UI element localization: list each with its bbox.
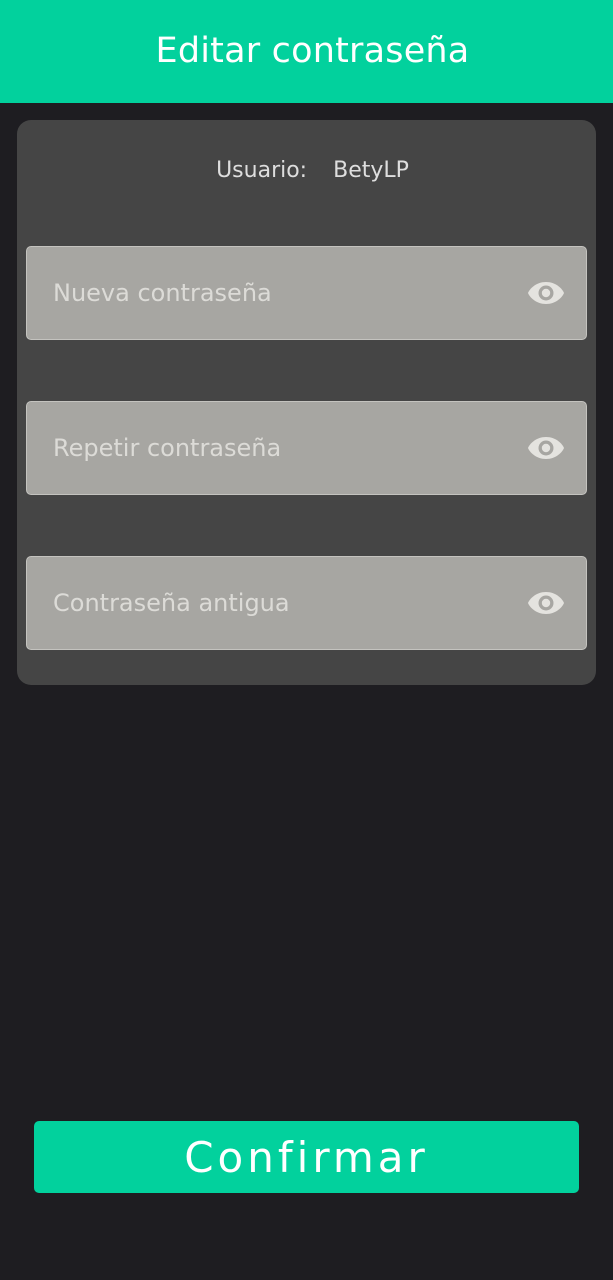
old-password-input[interactable]	[27, 557, 507, 649]
user-info: Usuario: BetyLP	[17, 158, 596, 183]
page-title: Editar contraseña	[155, 30, 470, 71]
new-password-input[interactable]	[27, 247, 507, 339]
new-password-field	[26, 246, 587, 340]
repeat-password-input[interactable]	[27, 402, 507, 494]
eye-icon[interactable]	[526, 585, 566, 621]
old-password-field	[26, 556, 587, 650]
eye-icon[interactable]	[526, 430, 566, 466]
username-value: BetyLP	[333, 158, 409, 183]
confirm-button[interactable]: Confirmar	[34, 1121, 579, 1193]
app-header: Editar contraseña	[0, 0, 613, 103]
user-label: Usuario:	[216, 158, 308, 183]
repeat-password-field	[26, 401, 587, 495]
password-form-card: Usuario: BetyLP	[17, 120, 596, 685]
eye-icon[interactable]	[526, 275, 566, 311]
